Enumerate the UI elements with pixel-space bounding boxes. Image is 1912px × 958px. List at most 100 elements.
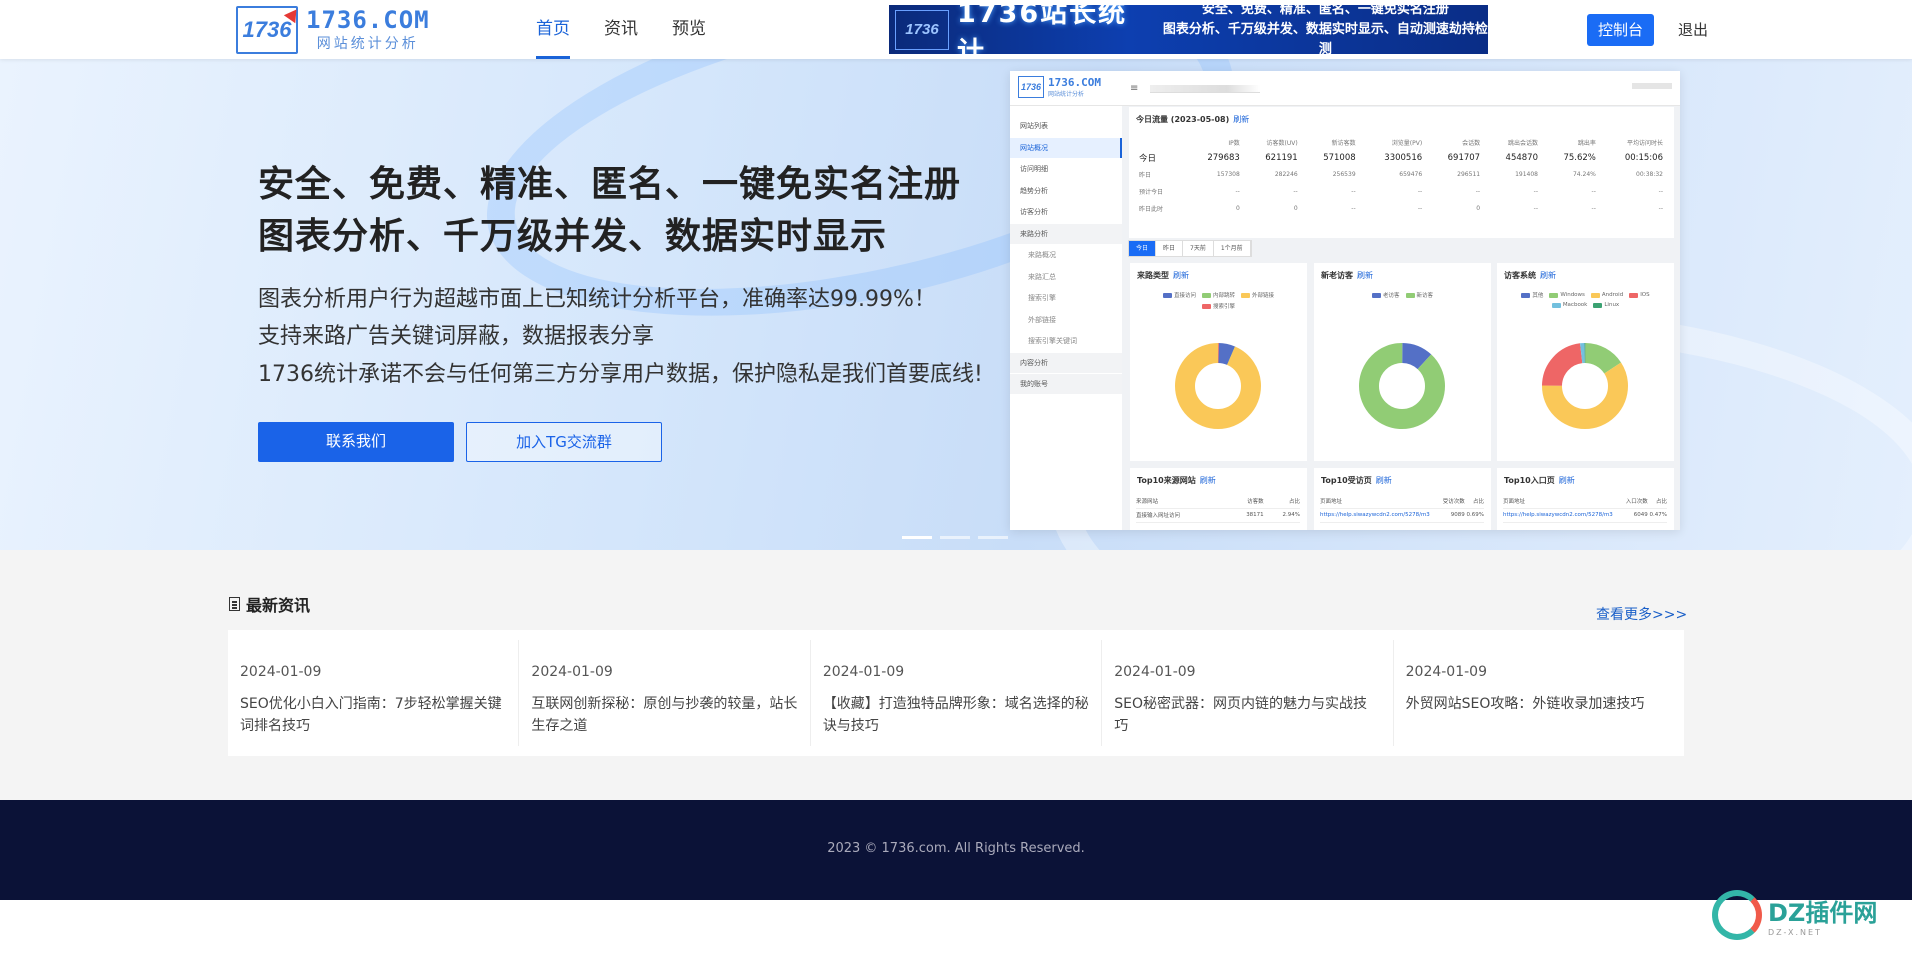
top10-title: Top10受访页 刷新	[1321, 475, 1392, 486]
legend-item: 直接访问	[1162, 291, 1196, 299]
legend-item: Android	[1590, 291, 1624, 299]
table-cell: 0	[1235, 205, 1240, 212]
news-date: 2024-01-09	[531, 664, 613, 680]
nav-preview[interactable]: 预览	[672, 0, 706, 59]
table-cell: --	[1658, 188, 1663, 195]
news-link[interactable]: SEO优化小白入门指南：7步轻松掌握关键词排名技巧	[240, 693, 506, 737]
legend-label: Android	[1601, 292, 1624, 298]
table-cell: --	[1591, 188, 1596, 195]
column-header: 占比	[1263, 494, 1300, 509]
table-row: https://help.siwazywcdn2.com/5278/m3 9089…	[1320, 508, 1484, 523]
banner-title: 1736站长统计	[956, 5, 1128, 54]
watermark-logo: DZ插件网 DZ-X.NET	[1712, 890, 1877, 940]
news-link[interactable]: SEO秘密武器：网页内链的魅力与实战技巧	[1114, 693, 1380, 737]
traffic-title: 今日流量 (2023-05-08)	[1136, 115, 1230, 124]
table-cell: 00:38:32	[1636, 171, 1663, 178]
contact-us-button[interactable]: 联系我们	[258, 422, 454, 462]
console-button[interactable]: 控制台	[1587, 14, 1654, 46]
watermark-text: DZ插件网	[1768, 899, 1878, 927]
sidebar-item: 来路汇总	[1028, 272, 1056, 281]
chart-title-text: 访客系统	[1504, 271, 1536, 280]
refresh-link: 刷新	[1233, 115, 1250, 124]
user-menu	[1632, 83, 1672, 89]
sidebar-item: 我的账号	[1010, 374, 1122, 394]
column-header: 访客数	[1227, 494, 1264, 509]
table-cell: 191408	[1515, 171, 1538, 178]
legend-item: Linux	[1593, 302, 1619, 308]
table-cell: 157308	[1216, 171, 1240, 178]
table-cell: 691707	[1447, 152, 1481, 163]
legend-item: 搜索引擎	[1201, 302, 1235, 310]
column-header: IP数	[1228, 139, 1240, 147]
carousel-dot[interactable]	[978, 536, 1008, 539]
carousel-dot[interactable]	[940, 536, 970, 539]
table-cell: --	[1475, 188, 1481, 195]
carousel-indicators	[902, 536, 1008, 539]
table-cell: --	[1351, 205, 1356, 212]
table-cell: 621191	[1265, 152, 1298, 163]
chart-card: 新老访客 刷新 老访客 新访客	[1314, 263, 1491, 461]
carousel-dot[interactable]	[902, 536, 932, 539]
legend-swatch	[1629, 292, 1639, 298]
table-cell: 00:15:06	[1624, 152, 1663, 163]
news-item[interactable]: 2024-01-09 互联网创新探秘：原创与抄袭的较量，站长生存之道	[519, 640, 811, 746]
header: 1736 1736.COM 网站统计分析 首页 资讯 预览 1736 1736站长…	[0, 0, 1912, 59]
legend-item: 其他	[1521, 291, 1543, 299]
table-row: 直接输入网址访问 38171 2.94%	[1136, 508, 1300, 523]
legend-label: 直接访问	[1173, 293, 1196, 299]
table-cell: 296511	[1457, 171, 1481, 178]
legend-swatch	[1201, 292, 1211, 298]
table-row: 昨日 157308 282246 256539 659476 296511 191408 74…	[1135, 166, 1667, 183]
table-cell: https://help.siwazywcdn2.com/5278/m3	[1320, 508, 1441, 523]
column-header	[1135, 135, 1186, 149]
legend-label: 搜索引擎	[1212, 304, 1235, 310]
nav-home[interactable]: 首页	[536, 0, 570, 59]
legend-swatch	[1371, 292, 1381, 298]
legend-item: Macbook	[1551, 302, 1587, 308]
preview-sidebar: 网站列表 网站概况 访问明细 趋势分析 访客分析 来路分析 来路概况 来路汇总 搜索引擎 外部链接…	[1010, 106, 1122, 530]
logo-text: 1736.COM	[306, 6, 430, 34]
table-cell: 直接输入网址访问	[1136, 508, 1228, 523]
top10-title: Top10入口页 刷新	[1504, 475, 1575, 486]
banner-logo: 1736	[895, 9, 949, 50]
chart-card: 访客系统 刷新 其他 Windows Android IOS Macbook Linux	[1497, 263, 1674, 461]
traffic-card: 今日流量 (2023-05-08) 刷新 IP数 访客数(UV) 新访客数 浏览量(PV…	[1129, 107, 1674, 238]
ad-banner[interactable]: 1736 1736站长统计 安全、免费、精准、匿名、一键免实名注册 图表分析、千万…	[889, 5, 1488, 54]
hero-subtitle: 1736统计承诺不会与任何第三方分享用户数据，保护隐私是我们首要底线!	[258, 362, 983, 387]
table-row: 今日 279683 621191 571008 3300516 691707 454870 7…	[1135, 149, 1667, 166]
table-cell: --	[1293, 188, 1298, 195]
legend-swatch	[1549, 292, 1559, 298]
legend-label: IOS	[1640, 292, 1650, 298]
logo-subtitle: 网站统计分析	[316, 36, 419, 52]
logout-link[interactable]: 退出	[1678, 14, 1708, 46]
menu-icon: ≡	[1130, 83, 1139, 94]
preview-logo-mark: 1736	[1018, 76, 1044, 98]
site-logo[interactable]: 1736 1736.COM 网站统计分析	[236, 5, 436, 55]
view-more-link[interactable]: 查看更多>>>	[1596, 604, 1687, 624]
hero-title: 图表分析、千万级并发、数据实时显示	[258, 216, 888, 257]
news-link[interactable]: 互联网创新探秘：原创与抄袭的较量，站长生存之道	[531, 693, 797, 737]
news-link[interactable]: 【收藏】打造独特品牌形象：域名选择的秘诀与技巧	[823, 693, 1089, 737]
news-item[interactable]: 2024-01-09 SEO秘密武器：网页内链的魅力与实战技巧	[1102, 640, 1394, 746]
preview-logo-sub: 网站统计分析	[1048, 91, 1085, 98]
join-tg-button[interactable]: 加入TG交流群	[466, 422, 662, 462]
hero-carousel: 安全、免费、精准、匿名、一键免实名注册 图表分析、千万级并发、数据实时显示 图表…	[0, 59, 1912, 550]
table-row: 昨日此时 0 0 -- -- 0 -- -- --	[1135, 200, 1667, 217]
news-item[interactable]: 2024-01-09 外贸网站SEO攻略：外链收录加速技巧	[1394, 640, 1684, 746]
news-date: 2024-01-09	[1405, 664, 1487, 680]
column-header: 占比	[1647, 494, 1667, 509]
news-item[interactable]: 2024-01-09 【收藏】打造独特品牌形象：域名选择的秘诀与技巧	[811, 640, 1103, 746]
nav-news[interactable]: 资讯	[604, 0, 638, 59]
hero-subtitle: 支持来路广告关键词屏蔽，数据报表分享	[258, 324, 655, 349]
legend-label: Windows	[1560, 292, 1585, 298]
news-item[interactable]: 2024-01-09 SEO优化小白入门指南：7步轻松掌握关键词排名技巧	[228, 640, 520, 746]
table-cell: 0.69%	[1464, 508, 1484, 523]
table-cell: --	[1417, 188, 1423, 195]
table-header-row: IP数 访客数(UV) 新访客数 浏览量(PV) 会话数 跳出会话数 跳出率 平均访问时长	[1135, 135, 1667, 149]
top10-table: 页面地址 受访次数 占比 https://help.siwazywcdn2.com/5…	[1320, 494, 1484, 523]
news-link[interactable]: 外贸网站SEO攻略：外链收录加速技巧	[1406, 693, 1672, 715]
table-cell: --	[1533, 205, 1538, 212]
table-cell: --	[1591, 205, 1596, 212]
top10-card: Top10入口页 刷新 页面地址 入口次数 占比 https://help.siwazyw…	[1497, 468, 1674, 530]
date-tab: 7天前	[1183, 241, 1214, 256]
